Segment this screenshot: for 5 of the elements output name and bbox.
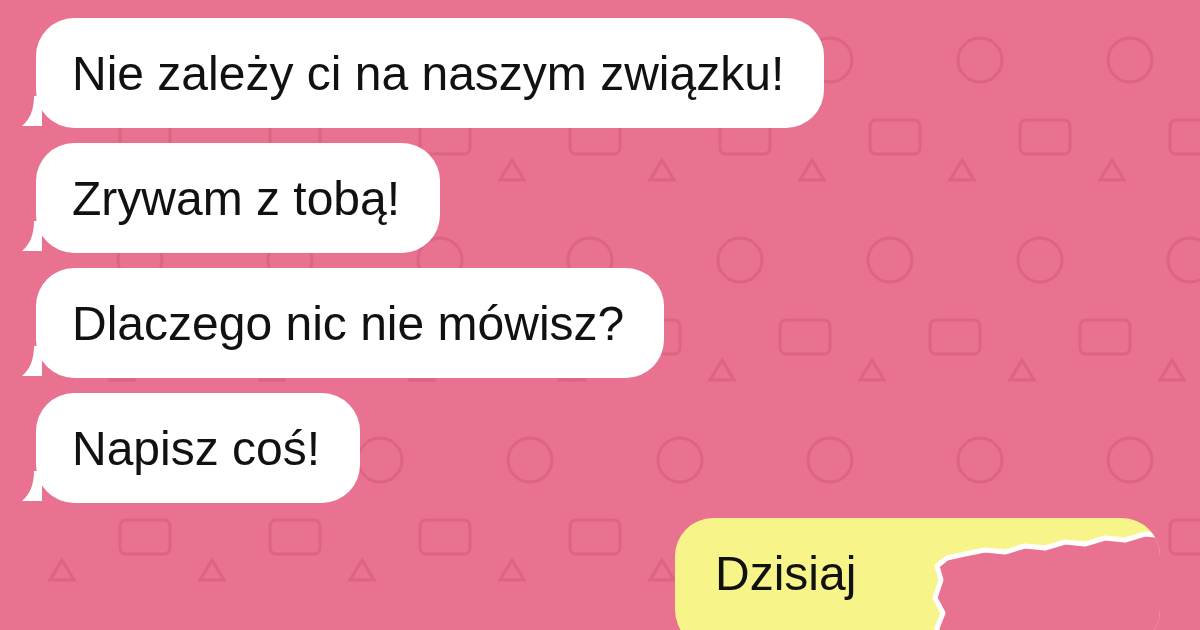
message-text: Napisz coś!: [72, 420, 321, 476]
message-text: Nie zależy ci na naszym związku!: [72, 45, 785, 101]
message-text: Zrywam z tobą!: [72, 170, 401, 226]
message-text: Dlaczego nic nie mówisz?: [72, 295, 625, 351]
message-text: Dzisiaj: [715, 545, 857, 601]
